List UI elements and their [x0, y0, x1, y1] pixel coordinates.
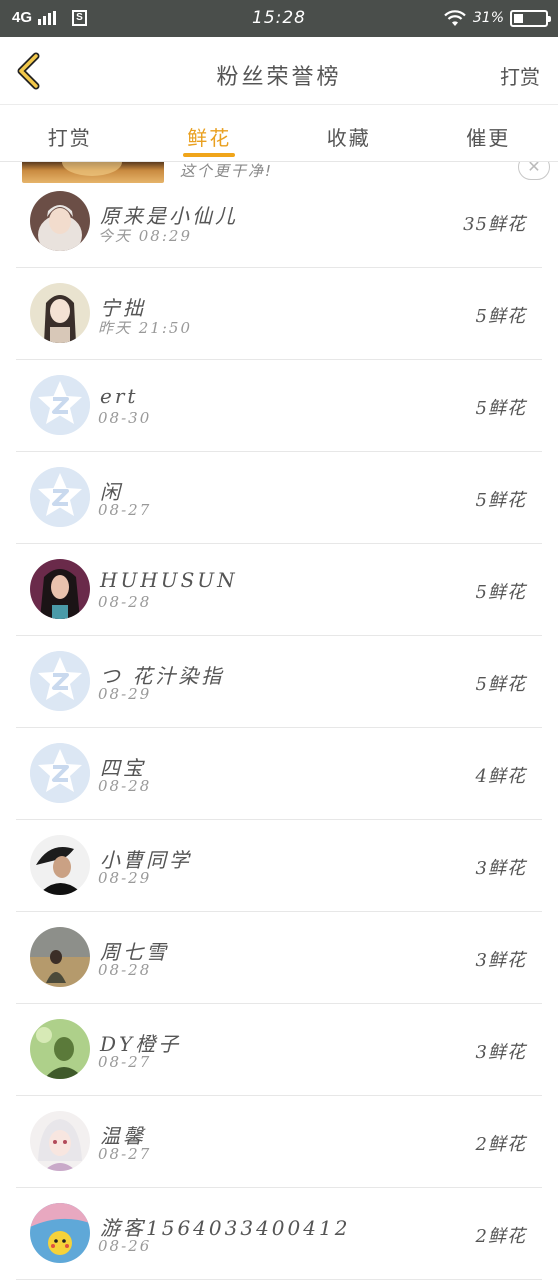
tab-label: 催更	[466, 126, 511, 150]
supporter-time: 08-27	[98, 1053, 152, 1071]
supporter-name: ert	[100, 384, 139, 408]
supporter-time: 08-30	[98, 409, 152, 427]
default-avatar-icon[interactable]	[30, 467, 90, 527]
tab-0[interactable]: 打赏	[0, 106, 140, 161]
flower-count: 5鲜花	[475, 582, 526, 603]
supporter-time: 08-29	[98, 685, 152, 703]
avatar[interactable]	[30, 835, 90, 895]
supporter-time: 08-27	[98, 1145, 152, 1163]
avatar[interactable]	[30, 1019, 90, 1079]
avatar[interactable]	[30, 927, 90, 987]
list-item[interactable]: 四宝 08-28 4鲜花	[16, 728, 542, 820]
flower-count: 2鲜花	[475, 1226, 526, 1247]
avatar[interactable]	[30, 283, 90, 343]
reward-button[interactable]: 打赏	[500, 61, 540, 90]
tab-3[interactable]: 催更	[419, 106, 558, 161]
list-item[interactable]: 原来是小仙儿 今天 08:29 35鲜花	[16, 176, 542, 268]
tab-active-indicator	[183, 153, 236, 157]
default-avatar-icon[interactable]	[30, 651, 90, 711]
status-right: 31%	[443, 9, 551, 27]
supporter-time: 08-27	[98, 501, 152, 519]
flower-count: 3鲜花	[475, 858, 526, 879]
status-bar: 4G S 15:28 31%	[0, 0, 558, 37]
list-item[interactable]: 周七雪 08-28 3鲜花	[16, 912, 542, 1004]
flower-count: 2鲜花	[475, 1134, 526, 1155]
list-item[interactable]: 闲 08-27 5鲜花	[16, 452, 542, 544]
app-header: 粉丝荣誉榜 打赏	[0, 37, 558, 105]
supporter-time: 今天 08:29	[98, 227, 192, 245]
supporter-time: 08-29	[98, 869, 152, 887]
avatar[interactable]	[30, 559, 90, 619]
tab-1[interactable]: 鲜花	[140, 106, 280, 161]
supporter-name: HUHUSUN	[100, 568, 238, 592]
flower-count: 35鲜花	[463, 214, 526, 235]
list-item[interactable]: HUHUSUN 08-28 5鲜花	[16, 544, 542, 636]
flower-count: 3鲜花	[475, 1042, 526, 1063]
flower-count: 4鲜花	[475, 766, 526, 787]
flower-count: 5鲜花	[475, 490, 526, 511]
list-item[interactable]: 游客1564033400412 08-26 2鲜花	[16, 1188, 542, 1280]
battery-icon	[510, 9, 551, 27]
supporter-time: 08-26	[98, 1237, 152, 1255]
flower-count: 5鲜花	[475, 398, 526, 419]
tab-label: 打赏	[47, 126, 92, 150]
flower-count: 5鲜花	[475, 306, 526, 327]
avatar[interactable]	[30, 1203, 90, 1263]
supporter-time: 08-28	[98, 593, 152, 611]
tab-bar: 打赏 鲜花 收藏 催更	[0, 106, 558, 162]
list-item[interactable]: ert 08-30 5鲜花	[16, 360, 542, 452]
default-avatar-icon[interactable]	[30, 375, 90, 435]
list-item[interactable]: つ 花汁染指 08-29 5鲜花	[16, 636, 542, 728]
list-item[interactable]: 小曹同学 08-29 3鲜花	[16, 820, 542, 912]
tab-label: 鲜花	[187, 126, 232, 150]
tab-label: 收藏	[326, 126, 371, 150]
wifi-icon	[444, 10, 466, 26]
avatar[interactable]	[30, 191, 90, 251]
battery-percent: 31%	[472, 10, 504, 26]
supporter-time: 昨天 21:50	[98, 319, 192, 337]
flower-count: 3鲜花	[475, 950, 526, 971]
supporter-list: 原来是小仙儿 今天 08:29 35鲜花 宁拙 昨天 21:50 5鲜花 ert 08-30 5…	[16, 176, 542, 1280]
list-item[interactable]: 温馨 08-27 2鲜花	[16, 1096, 542, 1188]
default-avatar-icon[interactable]	[30, 743, 90, 803]
list-item[interactable]: 宁拙 昨天 21:50 5鲜花	[16, 268, 542, 360]
tab-2[interactable]: 收藏	[279, 106, 419, 161]
list-item[interactable]: DY橙子 08-27 3鲜花	[16, 1004, 542, 1096]
supporter-time: 08-28	[98, 961, 152, 979]
supporter-time: 08-28	[98, 777, 152, 795]
avatar[interactable]	[30, 1111, 90, 1171]
flower-count: 5鲜花	[475, 674, 526, 695]
page-title: 粉丝荣誉榜	[216, 65, 342, 90]
